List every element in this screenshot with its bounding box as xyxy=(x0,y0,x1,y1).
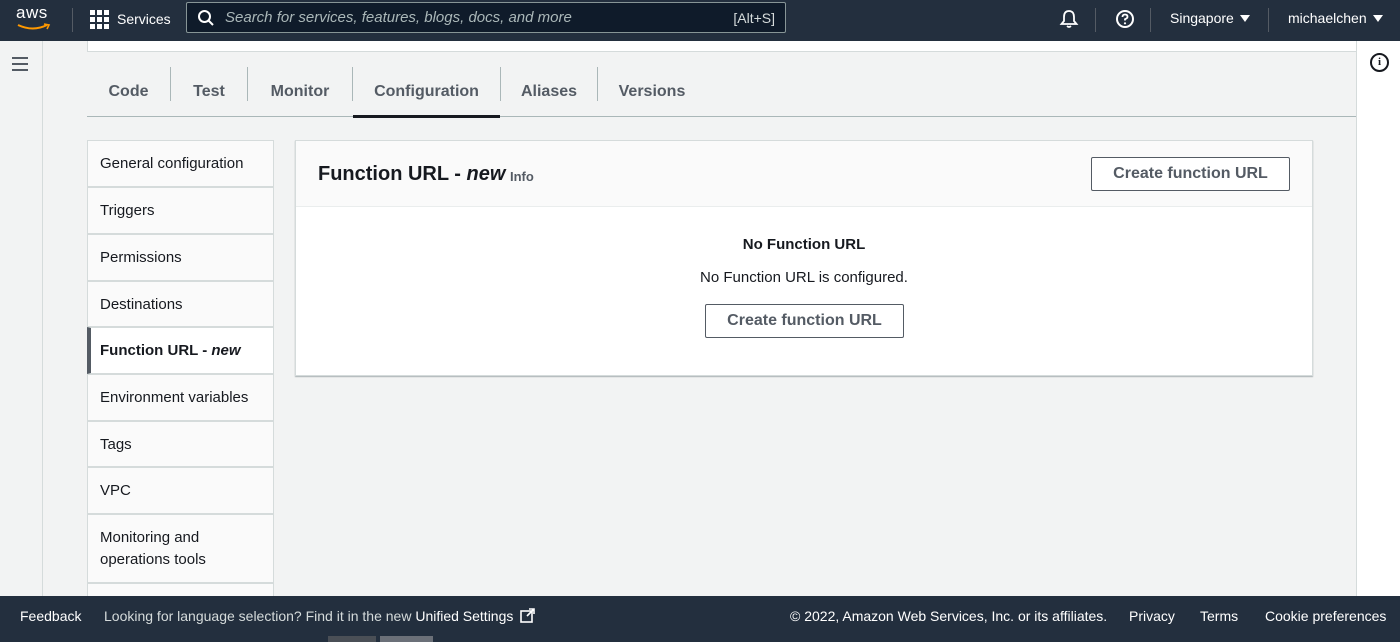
main-content: Code Test Monitor Configuration Aliases … xyxy=(44,41,1356,596)
panel-title-text: Function URL - xyxy=(318,163,467,185)
search-icon xyxy=(198,9,214,26)
language-note: Looking for language selection? Find it … xyxy=(104,608,536,624)
privacy-link[interactable]: Privacy xyxy=(1129,608,1175,624)
sidenav-item-permissions[interactable]: Permissions xyxy=(87,234,274,281)
services-grid-icon xyxy=(90,9,109,29)
aws-logo-text: aws xyxy=(16,3,48,22)
region-selector[interactable]: Singapore xyxy=(1170,10,1250,26)
panel-title: Function URL - new xyxy=(318,163,505,186)
create-function-url-header-button[interactable]: Create function URL xyxy=(1091,157,1290,191)
help-icon[interactable] xyxy=(1114,8,1136,30)
footer: Feedback Looking for language selection?… xyxy=(0,596,1400,642)
external-link-icon xyxy=(520,608,536,623)
unified-settings-link[interactable]: Unified Settings xyxy=(415,608,513,624)
cookie-preferences-link[interactable]: Cookie preferences xyxy=(1265,608,1386,624)
services-label: Services xyxy=(117,11,171,27)
sidenav-item-destinations[interactable]: Destinations xyxy=(87,281,274,327)
sidenav-item-label: Function URL - xyxy=(100,342,212,359)
tab-configuration[interactable]: Configuration xyxy=(353,67,500,118)
copyright-text: © 2022, Amazon Web Services, Inc. or its… xyxy=(790,608,1108,624)
terms-link[interactable]: Terms xyxy=(1200,608,1238,624)
sidenav-item-tags[interactable]: Tags xyxy=(87,421,274,467)
configuration-sidenav: General configuration Triggers Permissio… xyxy=(87,140,274,596)
sidenav-item-more xyxy=(87,583,274,596)
tab-aliases[interactable]: Aliases xyxy=(501,67,597,117)
nav-divider xyxy=(1150,8,1151,32)
info-link[interactable]: Info xyxy=(510,169,534,184)
search-bar[interactable]: [Alt+S] xyxy=(186,2,786,33)
panel-title-new: new xyxy=(466,163,506,185)
info-icon[interactable]: i xyxy=(1370,53,1389,72)
sidenav-item-environment-variables[interactable]: Environment variables xyxy=(87,374,274,421)
caret-down-icon xyxy=(1372,14,1383,22)
tab-monitor[interactable]: Monitor xyxy=(248,67,352,117)
empty-state-title: No Function URL xyxy=(742,236,866,253)
sidenav-item-vpc[interactable]: VPC xyxy=(87,467,274,514)
account-menu[interactable]: michaelchen xyxy=(1288,10,1383,26)
nav-divider xyxy=(1095,8,1096,32)
function-url-panel: Function URL - new Info Create function … xyxy=(295,140,1313,376)
new-badge: new xyxy=(211,342,241,359)
function-overview-card-edge xyxy=(87,41,1356,52)
nav-divider xyxy=(1268,8,1269,32)
bell-icon[interactable] xyxy=(1058,8,1080,30)
empty-state-description: No Function URL is configured. xyxy=(700,269,908,286)
tab-test[interactable]: Test xyxy=(171,67,247,117)
nav-divider xyxy=(72,8,73,32)
right-rail: i xyxy=(1356,41,1400,596)
search-input[interactable] xyxy=(225,9,734,26)
search-shortcut: [Alt+S] xyxy=(733,9,775,26)
hamburger-icon[interactable] xyxy=(12,57,28,71)
panel-header: Function URL - new Info Create function … xyxy=(296,141,1312,207)
aws-smile-icon xyxy=(17,23,51,30)
aws-logo[interactable]: aws xyxy=(16,4,56,34)
top-navigation: aws Services [Alt+S] Singapore micha xyxy=(0,0,1400,41)
sidenav-item-monitoring[interactable]: Monitoring and operations tools xyxy=(87,514,274,583)
sidenav-item-general-configuration[interactable]: General configuration xyxy=(87,140,274,187)
create-function-url-button[interactable]: Create function URL xyxy=(705,304,904,338)
function-tabs: Code Test Monitor Configuration Aliases … xyxy=(87,67,1356,118)
services-menu-button[interactable]: Services xyxy=(90,8,171,30)
language-note-text: Looking for language selection? Find it … xyxy=(104,608,416,624)
username-label: michaelchen xyxy=(1288,10,1367,26)
taskbar-hint xyxy=(380,636,433,642)
tab-versions[interactable]: Versions xyxy=(598,67,706,117)
region-label: Singapore xyxy=(1170,10,1234,26)
left-rail xyxy=(0,41,43,596)
caret-down-icon xyxy=(1239,14,1250,22)
feedback-link[interactable]: Feedback xyxy=(20,608,81,624)
taskbar-hint xyxy=(328,636,376,642)
sidenav-item-triggers[interactable]: Triggers xyxy=(87,187,274,234)
sidenav-item-function-url[interactable]: Function URL - new xyxy=(87,327,274,374)
tab-code[interactable]: Code xyxy=(87,67,170,117)
